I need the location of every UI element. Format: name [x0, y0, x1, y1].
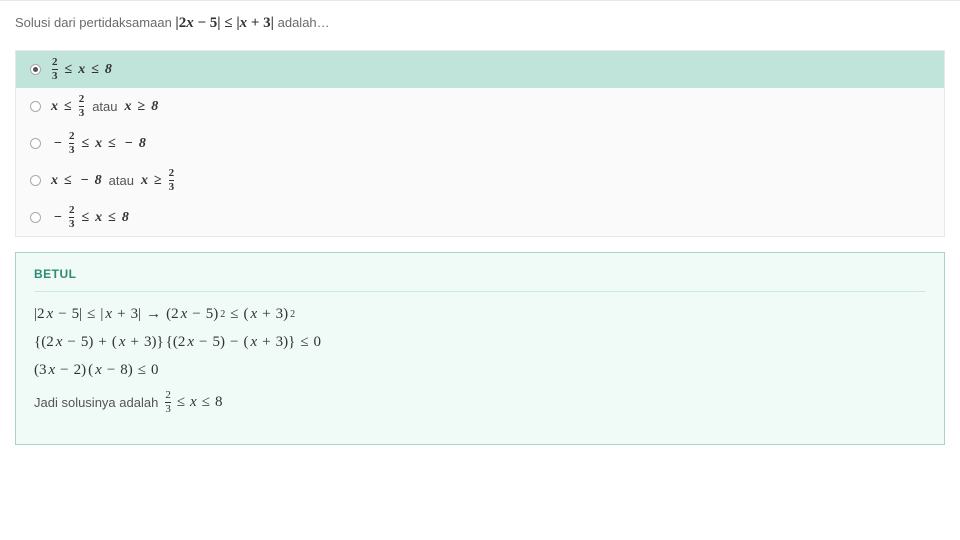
quiz-container: Solusi dari pertidaksamaan |2x − 5| ≤ |x… [0, 0, 960, 455]
question-math: |2x − 5| ≤ |x + 3| [175, 15, 274, 31]
option-c[interactable]: −23 ≤ x ≤ −8 [16, 125, 944, 162]
option-a[interactable]: 23 ≤ x ≤ 8 [16, 51, 944, 88]
option-c-math: −23 ≤ x ≤ −8 [51, 131, 146, 156]
radio-icon [30, 101, 41, 112]
option-d-math: x ≤ −8 atau x ≥ 23 [51, 168, 175, 193]
answer-label: BETUL [34, 267, 926, 292]
option-a-math: 23 ≤ x ≤ 8 [51, 57, 112, 82]
option-e[interactable]: −23 ≤ x ≤ 8 [16, 199, 944, 236]
solution-line-1: |2x−5| ≤ |x+3| → (2x−5)2 ≤ (x+3)2 [34, 306, 926, 323]
question-prefix: Solusi dari pertidaksamaan [15, 15, 175, 30]
option-b-math: x ≤ 23 atau x ≥ 8 [51, 94, 158, 119]
option-d[interactable]: x ≤ −8 atau x ≥ 23 [16, 162, 944, 199]
solution-line-3: (3x−2) (x−8) ≤ 0 [34, 362, 926, 379]
final-prefix: Jadi solusinya adalah [34, 395, 158, 410]
radio-icon [30, 212, 41, 223]
options-list: 23 ≤ x ≤ 8 x ≤ 23 atau x ≥ 8 −23 ≤ x ≤ −… [15, 50, 945, 237]
option-e-math: −23 ≤ x ≤ 8 [51, 205, 129, 230]
answer-box: BETUL |2x−5| ≤ |x+3| → (2x−5)2 ≤ (x+3)2 … [15, 252, 945, 445]
question-suffix: adalah… [278, 15, 330, 30]
solution-line-2: {(2x−5) + (x+3)} {(2x−5) − (x+3)} ≤ 0 [34, 334, 926, 351]
solution-final: Jadi solusinya adalah 23 ≤ x ≤ 8 [34, 390, 926, 415]
radio-icon [30, 64, 41, 75]
option-b[interactable]: x ≤ 23 atau x ≥ 8 [16, 88, 944, 125]
question-text: Solusi dari pertidaksamaan |2x − 5| ≤ |x… [15, 11, 945, 35]
radio-icon [30, 138, 41, 149]
radio-icon [30, 175, 41, 186]
